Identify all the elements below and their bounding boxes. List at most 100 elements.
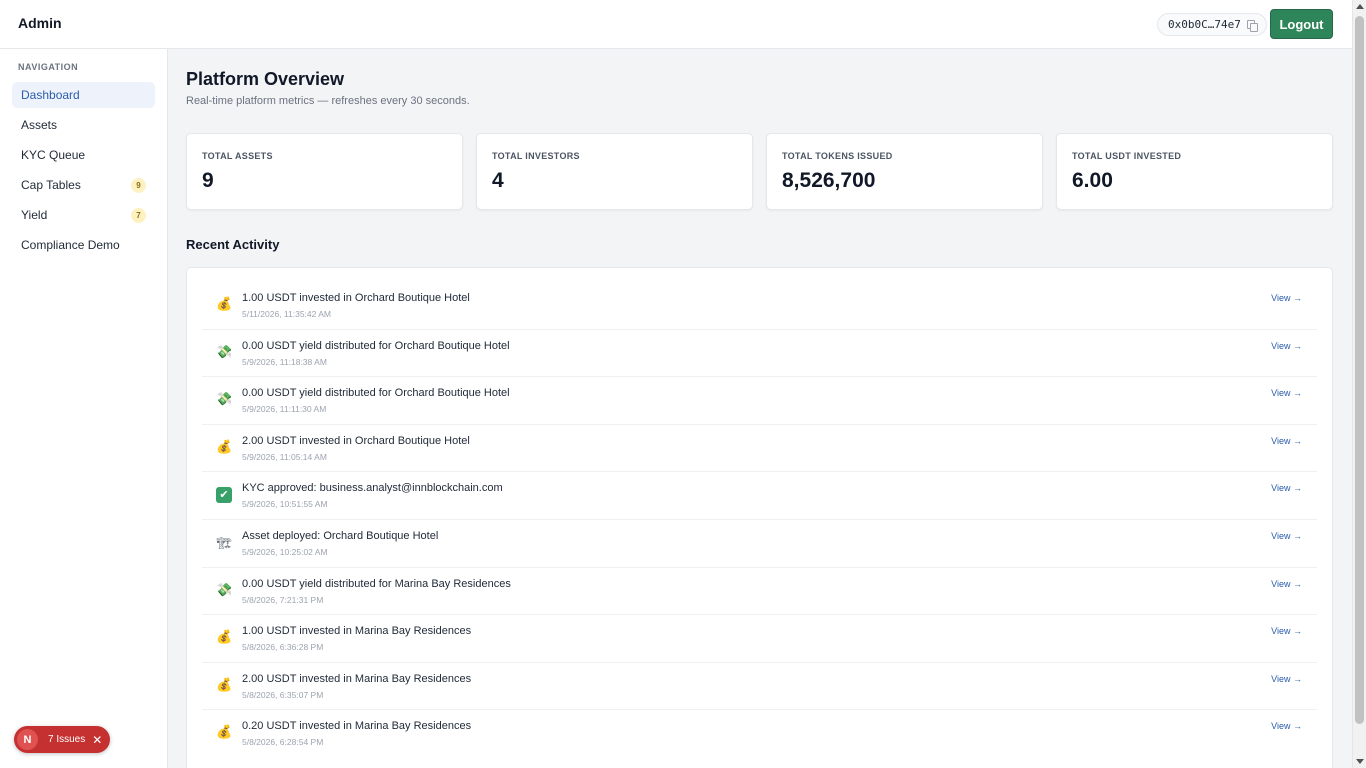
activity-list: 💰 1.00 USDT invested in Orchard Boutique… — [202, 282, 1317, 758]
stat-value: 6.00 — [1072, 169, 1113, 192]
scroll-down-arrow-icon[interactable] — [1356, 759, 1364, 764]
scroll-up-arrow-icon[interactable] — [1356, 4, 1364, 9]
sidebar-item-label: Compliance Demo — [21, 238, 120, 252]
app-title: Admin — [18, 15, 62, 31]
view-link[interactable]: View → — [1271, 674, 1302, 684]
activity-title: 2.00 USDT invested in Orchard Boutique H… — [242, 434, 470, 447]
stat-label: TOTAL INVESTORS — [492, 151, 580, 161]
view-link[interactable]: View → — [1271, 436, 1302, 446]
activity-title: KYC approved: business.analyst@innblockc… — [242, 482, 503, 495]
activity-timestamp: 5/9/2026, 11:11:30 AM — [242, 404, 327, 415]
stat-label: TOTAL TOKENS ISSUED — [782, 151, 893, 161]
list-item: 💰 2.00 USDT invested in Marina Bay Resid… — [202, 663, 1317, 711]
activity-title: 2.00 USDT invested in Marina Bay Residen… — [242, 672, 472, 685]
view-link[interactable]: View → — [1271, 483, 1302, 493]
stat-value: 9 — [202, 169, 214, 192]
view-link[interactable]: View → — [1271, 721, 1302, 731]
list-item: 💰 1.00 USDT invested in Marina Bay Resid… — [202, 615, 1317, 663]
top-bar: Admin 0x0b0C…74e7 Logout — [0, 0, 1352, 49]
stat-label: TOTAL ASSETS — [202, 151, 273, 161]
stat-card-total-investors: TOTAL INVESTORS 4 — [476, 133, 753, 210]
activity-card: 💰 1.00 USDT invested in Orchard Boutique… — [186, 267, 1333, 768]
activity-timestamp: 5/8/2026, 6:36:28 PM — [242, 642, 324, 653]
view-link[interactable]: View → — [1271, 626, 1302, 636]
money-bag-icon: 💰 — [216, 677, 233, 693]
activity-timestamp: 5/9/2026, 11:05:14 AM — [242, 451, 327, 462]
view-link[interactable]: View → — [1271, 341, 1302, 351]
list-item: ✔ KYC approved: business.analyst@innbloc… — [202, 472, 1317, 520]
sidebar-item-kyc-queue[interactable]: KYC Queue — [12, 142, 155, 168]
activity-timestamp: 5/11/2026, 11:35:42 AM — [242, 309, 332, 319]
close-icon[interactable]: ✕ — [92, 733, 102, 747]
activity-title: 0.00 USDT yield distributed for Orchard … — [242, 339, 510, 352]
activity-timestamp: 5/8/2026, 6:28:54 PM — [242, 737, 324, 748]
activity-title: 1.00 USDT invested in Marina Bay Residen… — [242, 625, 472, 638]
view-link[interactable]: View → — [1271, 579, 1302, 589]
money-wings-icon: 💸 — [216, 582, 233, 598]
scrollbar-thumb[interactable] — [1355, 16, 1364, 724]
stat-card-total-usdt-invested: TOTAL USDT INVESTED 6.00 — [1056, 133, 1333, 210]
copy-icon[interactable] — [1246, 19, 1258, 32]
view-link[interactable]: View → — [1271, 388, 1302, 398]
count-badge: 9 — [131, 177, 146, 193]
sidebar-item-yield[interactable]: Yield 7 — [12, 202, 155, 228]
main-content: Platform Overview Real-time platform met… — [168, 49, 1352, 768]
sidebar-item-label: Yield — [21, 208, 48, 222]
activity-timestamp: 5/9/2026, 10:51:55 AM — [242, 499, 328, 510]
stat-card-total-tokens-issued: TOTAL TOKENS ISSUED 8,526,700 — [766, 133, 1043, 210]
activity-title: 0.00 USDT yield distributed for Orchard … — [242, 387, 510, 400]
page-subtitle: Real-time platform metrics — refreshes e… — [186, 95, 470, 107]
activity-title: Asset deployed: Orchard Boutique Hotel — [242, 529, 439, 542]
list-item: 💸 0.00 USDT yield distributed for Orchar… — [202, 377, 1317, 425]
list-item: 💰 0.20 USDT invested in Marina Bay Resid… — [202, 710, 1317, 758]
money-bag-icon: 💰 — [216, 439, 233, 455]
activity-timestamp: 5/9/2026, 10:25:02 AM — [242, 546, 328, 557]
activity-timestamp: 5/8/2026, 6:35:07 PM — [242, 689, 324, 700]
stat-label: TOTAL USDT INVESTED — [1072, 151, 1182, 161]
nav-heading: NAVIGATION — [18, 62, 79, 72]
page-title: Platform Overview — [186, 69, 345, 89]
section-title-recent-activity: Recent Activity — [186, 237, 280, 252]
stat-value: 4 — [492, 169, 504, 192]
money-bag-icon: 💰 — [216, 297, 233, 312]
list-item: 💰 1.00 USDT invested in Orchard Boutique… — [202, 282, 1317, 330]
count-badge: 7 — [131, 207, 146, 223]
money-bag-icon: 💰 — [216, 725, 233, 741]
stat-value: 8,526,700 — [782, 169, 876, 192]
nav-list: Dashboard Assets KYC Queue Cap Tables 9 … — [12, 82, 155, 262]
sidebar-item-label: Assets — [21, 118, 58, 132]
stats-row: TOTAL ASSETS 9 TOTAL INVESTORS 4 TOTAL T… — [186, 133, 1333, 210]
sidebar-item-label: KYC Queue — [21, 148, 86, 162]
activity-title: 0.00 USDT yield distributed for Marina B… — [242, 577, 511, 590]
dev-tools-logo-icon: N — [17, 729, 38, 750]
logout-button[interactable]: Logout — [1270, 9, 1333, 39]
sidebar-item-compliance-demo[interactable]: Compliance Demo — [12, 232, 155, 258]
wallet-address-chip[interactable]: 0x0b0C…74e7 — [1157, 13, 1267, 36]
page-scrollbar[interactable] — [1352, 0, 1366, 768]
activity-timestamp: 5/9/2026, 11:18:38 AM — [242, 356, 327, 367]
list-item: 🏗 Asset deployed: Orchard Boutique Hotel… — [202, 520, 1317, 568]
view-link[interactable]: View → — [1271, 531, 1302, 541]
activity-title: 0.20 USDT invested in Marina Bay Residen… — [242, 720, 472, 733]
sidebar-item-label: Cap Tables — [21, 178, 81, 192]
check-mark-icon: ✔ — [216, 487, 232, 504]
construction-icon: 🏗 — [216, 535, 232, 550]
sidebar-item-assets[interactable]: Assets — [12, 112, 155, 138]
money-bag-icon: 💰 — [216, 630, 233, 646]
issues-toast[interactable]: N 7 Issues ✕ — [14, 726, 110, 753]
sidebar-item-label: Dashboard — [21, 88, 80, 102]
money-wings-icon: 💸 — [216, 392, 233, 408]
wallet-address: 0x0b0C…74e7 — [1168, 18, 1241, 31]
sidebar: NAVIGATION Dashboard Assets KYC Queue Ca… — [0, 49, 168, 768]
activity-title: 1.00 USDT invested in Orchard Boutique H… — [242, 292, 470, 304]
list-item: 💰 2.00 USDT invested in Orchard Boutique… — [202, 425, 1317, 473]
sidebar-item-cap-tables[interactable]: Cap Tables 9 — [12, 172, 155, 198]
money-wings-icon: 💸 — [216, 344, 233, 360]
view-link[interactable]: View → — [1271, 293, 1302, 303]
sidebar-item-dashboard[interactable]: Dashboard — [12, 82, 155, 108]
issues-count-label[interactable]: 7 Issues — [48, 734, 85, 745]
stat-card-total-assets: TOTAL ASSETS 9 — [186, 133, 463, 210]
activity-timestamp: 5/8/2026, 7:21:31 PM — [242, 594, 324, 605]
list-item: 💸 0.00 USDT yield distributed for Marina… — [202, 568, 1317, 616]
list-item: 💸 0.00 USDT yield distributed for Orchar… — [202, 330, 1317, 378]
